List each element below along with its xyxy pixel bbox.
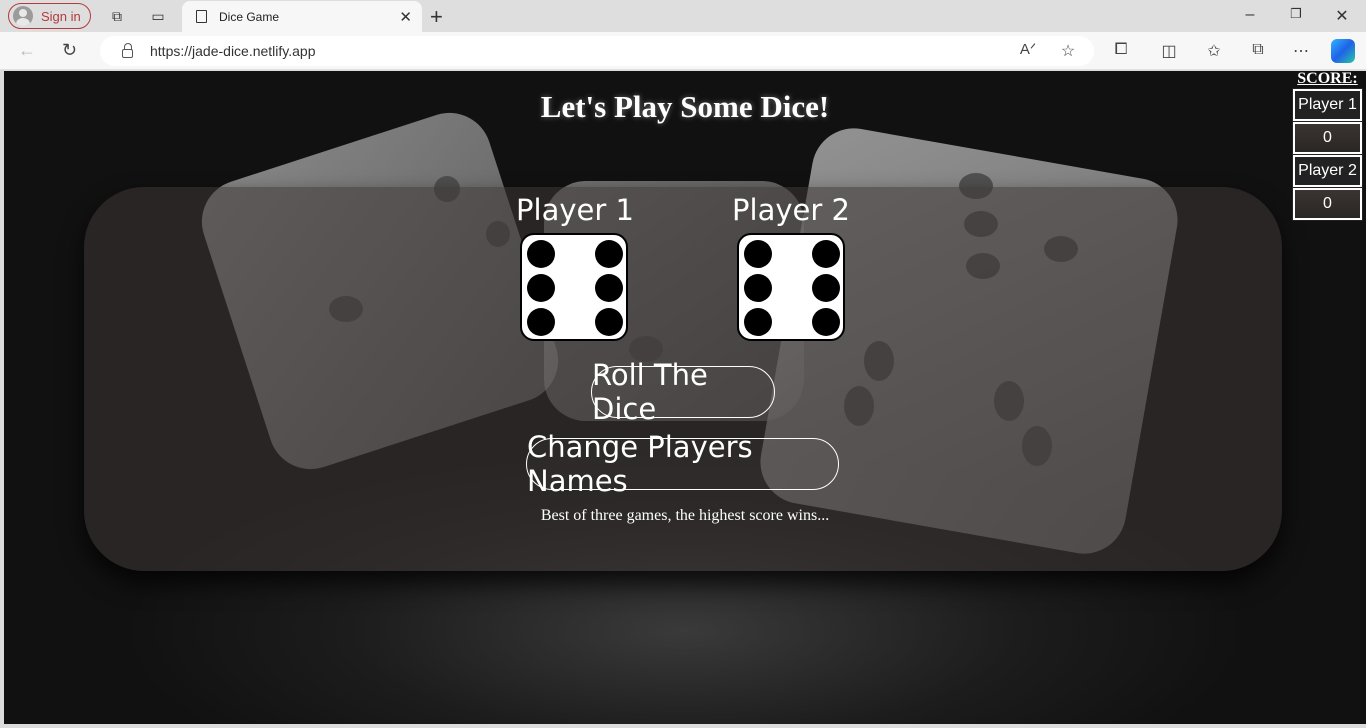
die-pip [595,308,623,336]
extensions-icon[interactable]: ⧠ [1111,41,1131,59]
lock-icon [122,42,133,58]
tab-bar: Sign in ⧉ ▭ Dice Game ✕ + – ❐ ✕ [0,0,1366,32]
die-pip [595,240,623,268]
die-pip [744,274,772,302]
page-icon [196,10,207,23]
close-tab-icon[interactable]: ✕ [399,8,412,26]
read-aloud-icon[interactable]: A͏ᐟ [1018,40,1038,58]
die-pip [527,308,555,336]
die-pip [527,274,555,302]
restore-icon[interactable]: ❐ [1286,6,1306,22]
player-2-die [737,233,845,341]
score-player-2-name: Player 2 [1293,155,1362,187]
player-2-name: Player 2 [732,193,850,227]
refresh-icon[interactable]: ↻ [62,40,77,61]
score-header: SCORE: [1297,71,1358,87]
player-1-name: Player 1 [516,193,634,227]
favorite-star-icon[interactable]: ☆ [1058,41,1078,61]
page-title: Let's Play Some Dice! [540,89,830,124]
die-pip [812,308,840,336]
die-pip [527,240,555,268]
score-player-2-value: 0 [1293,188,1362,220]
player-1-die [520,233,628,341]
die-pip [595,274,623,302]
minimize-icon[interactable]: – [1240,6,1260,24]
address-bar[interactable]: https://jade-dice.netlify.app [100,36,1094,66]
roll-dice-button[interactable]: Roll The Dice [591,358,775,426]
collections-icon[interactable]: ⧉ [1248,41,1268,59]
die-pip [812,274,840,302]
score-player-1-name: Player 1 [1293,89,1362,121]
die-pip [744,308,772,336]
change-names-button[interactable]: Change Players Names [526,430,839,498]
score-player-1-value: 0 [1293,122,1362,154]
sign-in-button[interactable]: Sign in [8,3,91,29]
rules-note: Best of three games, the highest score w… [540,507,830,524]
favorites-icon[interactable]: ✩ [1204,41,1224,61]
scoreboard: SCORE: Player 1 0 Player 2 0 [1293,71,1362,221]
workspaces-icon[interactable]: ⧉ [109,8,125,24]
die-pip [812,240,840,268]
close-window-icon[interactable]: ✕ [1332,6,1352,26]
sign-in-label: Sign in [41,8,81,24]
page-viewport: Let's Play Some Dice! Player 1 Player 2 … [4,71,1366,724]
die-pip [744,240,772,268]
copilot-icon[interactable] [1331,39,1355,63]
more-options-icon[interactable]: ⋯ [1291,41,1311,61]
split-screen-icon[interactable]: ◫ [1159,41,1179,61]
tab-title: Dice Game [219,9,280,24]
address-bar-row: ← ↻ https://jade-dice.netlify.app A͏ᐟ ☆ … [0,32,1366,70]
new-tab-icon[interactable]: + [430,4,443,30]
tab-actions-icon[interactable]: ▭ [150,8,166,24]
profile-icon [13,6,33,26]
url-text: https://jade-dice.netlify.app [150,43,316,59]
tab-dice-game[interactable]: Dice Game ✕ [182,1,422,32]
back-icon[interactable]: ← [18,40,36,61]
